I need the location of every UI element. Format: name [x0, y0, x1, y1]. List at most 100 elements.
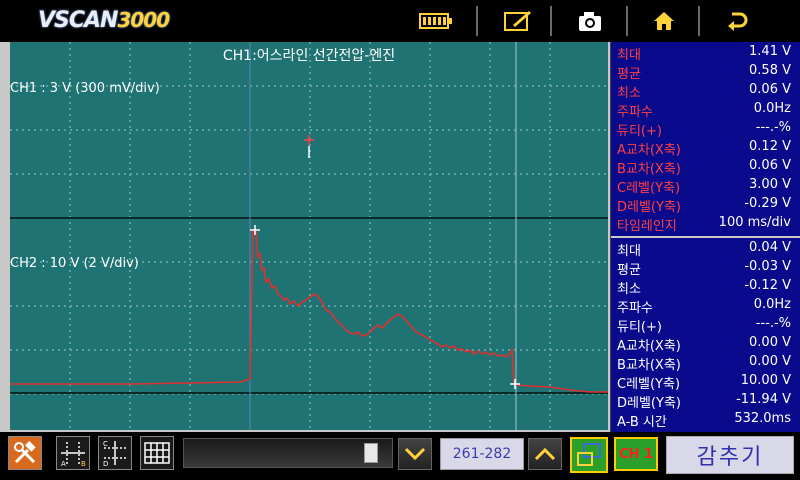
ch1-scale-label: CH1 : 3 V (300 mV/div) — [10, 81, 160, 96]
measurement-label: 듀티(+) — [617, 320, 662, 335]
measurement-label: 주파수 — [617, 105, 653, 120]
measurement-row: 주파수 0.0Hz — [611, 296, 799, 316]
grid-lines — [10, 42, 608, 430]
measurement-row: D레벨(Y축) -0.29 V — [611, 195, 799, 215]
measurement-row: A교차(X축) 0.12 V — [611, 138, 799, 158]
position-slider[interactable] — [183, 438, 393, 468]
camera-button[interactable] — [562, 4, 618, 38]
back-button[interactable] — [710, 4, 766, 38]
measurement-value: -0.03 V — [744, 259, 791, 274]
home-button[interactable] — [636, 4, 692, 38]
measurement-row: B교차(X축) 0.06 V — [611, 157, 799, 177]
edit-button[interactable] — [490, 4, 546, 38]
measurement-row: C레벨(Y축) 3.00 V — [611, 176, 799, 196]
measurement-row: 최대 1.41 V — [611, 43, 799, 63]
measurement-value: -11.94 V — [736, 392, 791, 407]
measurement-label: A교차(X축) — [617, 143, 681, 158]
measurement-label: B교차(X축) — [617, 358, 681, 373]
measurement-value: 3.00 V — [749, 177, 791, 192]
plot-frame: CH1:어스라인 선간전압-엔진 CH1 : 3 V (300 mV/div) … — [0, 42, 610, 432]
panel-divider — [611, 236, 800, 238]
back-icon — [728, 12, 748, 31]
measurement-row: 최대 0.04 V — [611, 239, 799, 259]
measurement-label: C레벨(Y축) — [617, 181, 681, 196]
measurement-row: 듀티(+) ---.-% — [611, 119, 799, 139]
measurement-row: A-B 시간 532.0ms — [611, 410, 799, 430]
slider-thumb[interactable] — [364, 443, 378, 463]
measurement-label: 주파수 — [617, 301, 653, 316]
chevron-up-icon — [534, 447, 556, 461]
cursor-cd-icon: CD — [103, 440, 126, 467]
cursor-b-marker — [510, 379, 520, 389]
logo-number: 3000 — [117, 8, 170, 32]
svg-text:D: D — [103, 460, 108, 467]
measurement-value: 0.06 V — [749, 158, 791, 173]
measurement-label: D레벨(Y축) — [617, 396, 681, 411]
measurement-value: 100 ms/div — [718, 215, 791, 230]
measurement-value: 1.41 V — [749, 44, 791, 59]
measurement-value: 0.58 V — [749, 63, 791, 78]
measurement-row: 평균 -0.03 V — [611, 258, 799, 278]
measurement-value: 0.06 V — [749, 82, 791, 97]
cursor-cd-button[interactable]: CD — [98, 436, 132, 470]
cursor-ab-button[interactable]: AB — [56, 436, 90, 470]
scroll-up-button[interactable] — [528, 438, 562, 470]
range-display: 261-282 — [440, 438, 524, 470]
edit-icon — [504, 11, 531, 31]
measurement-row: 듀티(+) ---.-% — [611, 315, 799, 335]
grid-button[interactable] — [140, 436, 174, 470]
scroll-down-button[interactable] — [398, 438, 432, 470]
svg-text:A: A — [61, 460, 66, 467]
battery-icon — [408, 4, 464, 38]
measurement-label: D레벨(Y축) — [617, 200, 681, 215]
measurement-label: 최대 — [617, 244, 641, 259]
measurement-value: 0.0Hz — [753, 101, 791, 116]
channel-select-button[interactable]: CH 1 — [614, 437, 658, 471]
tools-icon — [14, 441, 36, 464]
measurement-value: ---.-% — [755, 120, 791, 135]
measurement-value: 0.00 V — [749, 335, 791, 350]
chevron-down-icon — [404, 447, 426, 461]
measurement-label: A-B 시간 — [617, 415, 667, 430]
measurement-panel: 최대 1.41 V 평균 0.58 V 최소 0.06 V 주파수 0.0Hz 듀티(+) ---… — [610, 42, 800, 432]
measurement-value: ---.-% — [755, 316, 791, 331]
measurement-row: D레벨(Y축) -11.94 V — [611, 391, 799, 411]
waveform-plot[interactable]: CH1:어스라인 선간전압-엔진 CH1 : 3 V (300 mV/div) … — [10, 42, 608, 430]
measurement-label: 듀티(+) — [617, 124, 662, 139]
measurement-label: A교차(X축) — [617, 339, 681, 354]
cursor-ab-icon: AB — [61, 442, 86, 467]
home-icon — [654, 12, 674, 30]
measurement-label: 평균 — [617, 263, 641, 278]
hide-button[interactable]: 감추기 — [666, 436, 794, 474]
tools-button[interactable] — [8, 436, 42, 470]
measurement-label: B교차(X축) — [617, 162, 681, 177]
toolbar-divider — [476, 6, 478, 36]
measurement-value: 532.0ms — [734, 411, 791, 426]
toolbar-divider — [698, 6, 700, 36]
scope-screen: VSCAN3000 CH1:어스라인 선간전압-엔진 CH1: 3 V (30… — [0, 0, 800, 480]
bottom-toolbar: AB CD 261-282 CH 1 감추기 — [0, 432, 800, 480]
toolbar-divider — [550, 6, 552, 36]
measurement-value: 0.12 V — [749, 139, 791, 154]
measurement-row: 최소 -0.12 V — [611, 277, 799, 297]
measurement-label: 최소 — [617, 282, 641, 297]
measurement-value: -0.12 V — [744, 278, 791, 293]
overlay-button[interactable] — [570, 437, 608, 473]
measurement-row: A교차(X축) 0.00 V — [611, 334, 799, 354]
measurement-label: 평균 — [617, 67, 641, 82]
measurement-row: 타임레인지 100 ms/div — [611, 214, 799, 234]
measurement-label: 최대 — [617, 48, 641, 63]
measurement-row: 최소 0.06 V — [611, 81, 799, 101]
ch1-trace — [10, 228, 608, 393]
svg-text:B: B — [81, 460, 86, 467]
ch1-level-marker — [304, 135, 314, 145]
svg-text:C: C — [103, 440, 108, 448]
top-toolbar: VSCAN3000 — [0, 0, 800, 42]
measurement-value: 0.04 V — [749, 240, 791, 255]
toolbar-divider — [626, 6, 628, 36]
measurement-label: 타임레인지 — [617, 219, 677, 234]
overlay-icon — [577, 443, 601, 466]
app-logo: VSCAN3000 — [38, 8, 170, 34]
grid-icon — [144, 442, 170, 464]
camera-icon — [579, 12, 601, 31]
